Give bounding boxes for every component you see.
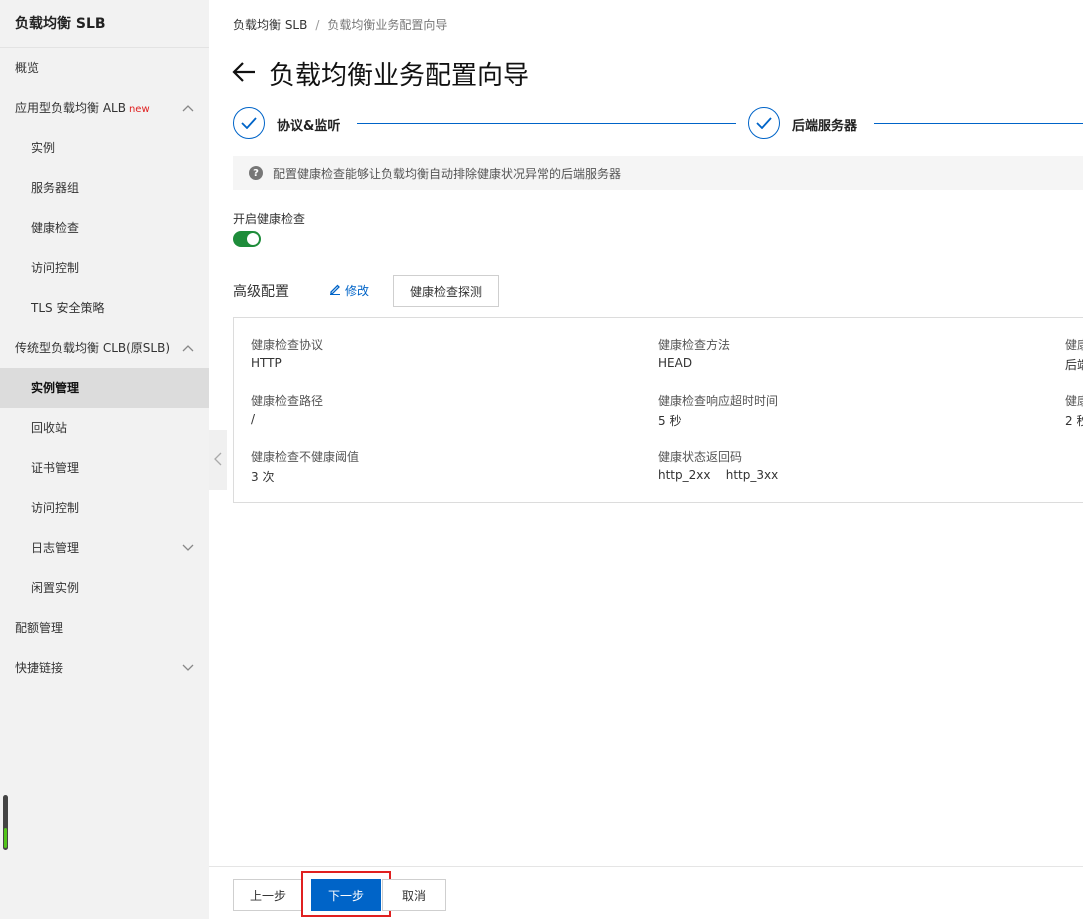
edit-icon [329,283,345,298]
health-check-toggle[interactable] [233,231,261,247]
sidebar-item-certificates[interactable]: 证书管理 [0,448,209,488]
info-text: 配置健康检查能够让负载均衡自动排除健康状况异常的后端服务器 [273,166,622,181]
sidebar-item-overview[interactable]: 概览 [0,48,209,88]
new-badge: new [128,104,150,115]
sidebar-item-label: 健康检查 [31,221,80,235]
scroll-indicator[interactable] [3,795,8,850]
breadcrumb-root[interactable]: 负载均衡 SLB [233,18,307,32]
field-label: 健康状态返回码 [658,450,743,464]
sidebar-item-label: 应用型负载均衡 ALB [15,101,126,115]
sidebar-item-idle-instances[interactable]: 闲置实例 [0,568,209,608]
sidebar-item-label: 概览 [15,61,40,75]
sidebar-item-alb[interactable]: 应用型负载均衡 ALB new [0,88,209,128]
check-icon [748,107,780,139]
field-label: 健康检查路径 [251,394,324,408]
previous-button[interactable]: 上一步 [233,879,303,911]
field-label: 健康检查方法 [658,338,731,352]
sidebar-item-logs[interactable]: 日志管理 [0,528,209,568]
cancel-button[interactable]: 取消 [382,879,446,911]
sidebar-item-label: 回收站 [31,421,68,435]
breadcrumb-current: 负载均衡业务配置向导 [327,18,448,32]
chevron-up-icon [182,328,194,368]
field-value: 3 次 [251,470,275,484]
back-arrow-icon[interactable] [231,61,257,86]
sidebar-item-label: 实例管理 [31,381,80,395]
field-value: HEAD [658,356,693,370]
wizard-steps: 协议&监听 后端服务器 [233,107,1083,139]
question-icon: ? [249,166,263,180]
field-protocol: 健康检查协议 HTTP [251,336,323,370]
field-label: 健康检查响应超时时间 [658,394,779,408]
edit-link[interactable]: 修改 [329,282,369,299]
sidebar-item-health-check[interactable]: 健康检查 [0,208,209,248]
highlight-box [301,871,391,917]
sidebar-item-recycle-bin[interactable]: 回收站 [0,408,209,448]
edit-label: 修改 [345,284,370,298]
footer-bar: 上一步 下一步 取消 [209,866,1083,919]
sidebar-item-label: 传统型负载均衡 CLB(原SLB) [15,341,171,355]
step-label-backend: 后端服务器 [792,119,858,134]
field-label: 健康检查协议 [251,338,324,352]
sidebar: 负载均衡 SLB 概览 应用型负载均衡 ALB new 实例 服务器组 健康检查 … [0,0,209,919]
field-truncated-2: 健康 2 秒 [1065,392,1083,429]
sidebar-item-label: 服务器组 [31,181,80,195]
step-connector [357,123,736,124]
sidebar-item-tls-policy[interactable]: TLS 安全策略 [0,288,209,328]
step-label-protocol: 协议&监听 [277,119,341,134]
sidebar-item-label: 访问控制 [31,261,80,275]
info-banner: ? 配置健康检查能够让负载均衡自动排除健康状况异常的后端服务器 [233,156,1083,190]
app: 负载均衡 SLB 概览 应用型负载均衡 ALB new 实例 服务器组 健康检查 … [0,0,1083,919]
breadcrumb: 负载均衡 SLB / 负载均衡业务配置向导 [233,16,447,33]
health-check-details: 健康检查协议 HTTP 健康检查方法 HEAD 健康 后端 健康检查路径 / 健… [233,317,1083,503]
sidebar-item-label: 实例 [31,141,56,155]
health-check-probe-button[interactable]: 健康检查探测 [393,275,499,307]
page-title: 负载均衡业务配置向导 [269,60,530,91]
field-value: 2 秒 [1065,414,1083,428]
sidebar-item-server-groups[interactable]: 服务器组 [0,168,209,208]
scroll-indicator-fill [4,828,7,848]
field-value: 5 秒 [658,414,682,428]
main-content: 负载均衡 SLB / 负载均衡业务配置向导 负载均衡业务配置向导 协议&监听 后端服… [209,0,1083,919]
toggle-knob [247,233,259,245]
field-label: 健康 [1065,338,1083,352]
page-header: 负载均衡业务配置向导 [231,55,529,91]
field-timeout: 健康检查响应超时时间 5 秒 [658,392,778,429]
field-value: / [251,412,256,426]
field-unhealthy-threshold: 健康检查不健康阈值 3 次 [251,448,359,485]
sidebar-item-label: 日志管理 [31,541,80,555]
sidebar-item-quota[interactable]: 配额管理 [0,608,209,648]
sidebar-item-alb-instances[interactable]: 实例 [0,128,209,168]
health-check-toggle-label: 开启健康检查 [233,212,306,226]
sidebar-item-clb[interactable]: 传统型负载均衡 CLB(原SLB) [0,328,209,368]
sidebar-item-label: 闲置实例 [31,581,80,595]
sidebar-item-alb-access-control[interactable]: 访问控制 [0,248,209,288]
field-value: http_2xx http_3xx [658,468,779,482]
chevron-down-icon [182,648,194,688]
advanced-config-title: 高级配置 [233,284,289,300]
field-label: 健康 [1065,394,1083,408]
breadcrumb-separator: / [315,18,320,32]
sidebar-item-clb-access-control[interactable]: 访问控制 [0,488,209,528]
chevron-up-icon [182,88,194,128]
sidebar-item-label: 快捷链接 [15,661,64,675]
sidebar-item-label: 证书管理 [31,461,80,475]
sidebar-item-label: 访问控制 [31,501,80,515]
sidebar-title: 负载均衡 SLB [0,0,209,48]
chevron-down-icon [182,528,194,568]
field-label: 健康检查不健康阈值 [251,450,360,464]
field-status-codes: 健康状态返回码 http_2xx http_3xx [658,448,778,482]
check-icon [233,107,265,139]
field-value: HTTP [251,356,282,370]
sidebar-item-quick-links[interactable]: 快捷链接 [0,648,209,688]
sidebar-item-label: 配额管理 [15,621,64,635]
field-truncated-1: 健康 后端 [1065,336,1083,373]
sidebar-item-label: TLS 安全策略 [31,301,105,315]
field-value: 后端 [1065,358,1083,372]
field-path: 健康检查路径 / [251,392,323,426]
step-connector [874,123,1083,124]
sidebar-item-instance-management[interactable]: 实例管理 [0,368,209,408]
field-method: 健康检查方法 HEAD [658,336,730,370]
